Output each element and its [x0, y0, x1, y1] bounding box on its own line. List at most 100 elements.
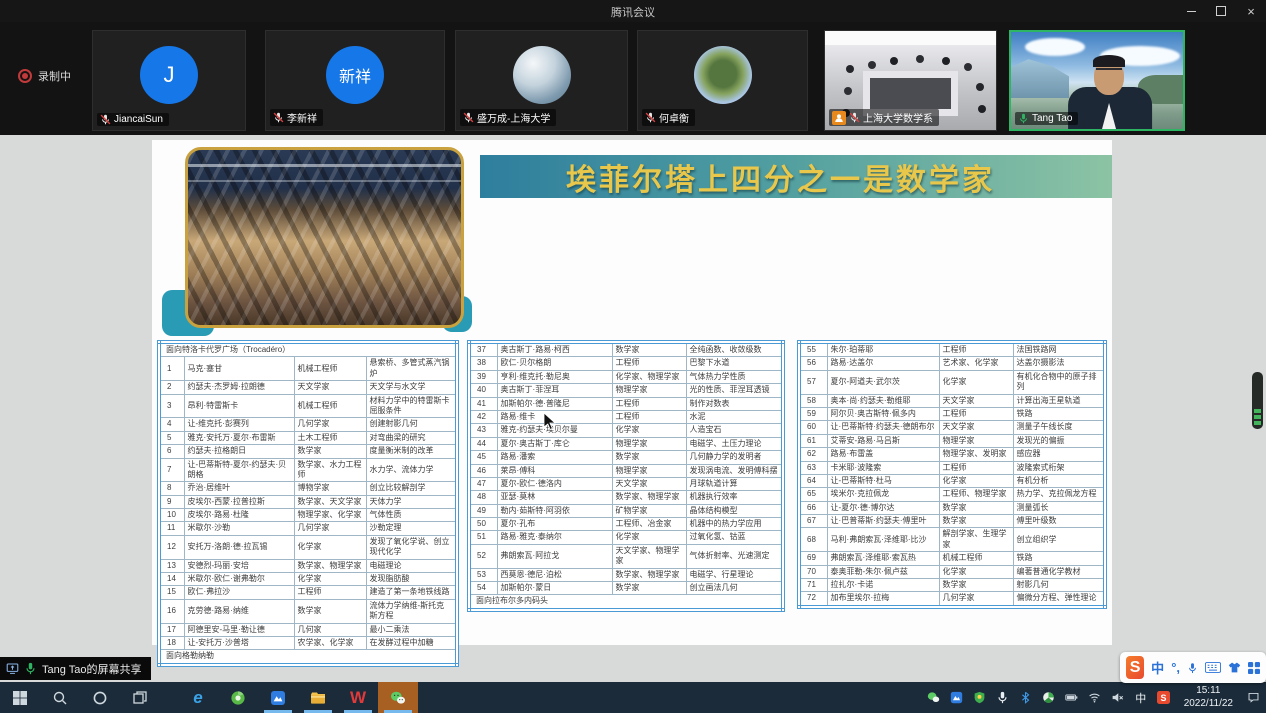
- scientist-name: 路易·潘索: [497, 451, 612, 464]
- mic-on-icon: [1018, 113, 1029, 124]
- taskbar-app-green-browser[interactable]: [218, 682, 258, 713]
- profession: 化学家: [939, 474, 1013, 487]
- profession: 工程师: [612, 397, 686, 410]
- contribution: 机器执行效率: [686, 491, 783, 504]
- participant-tile-1[interactable]: J JiancaiSun: [92, 30, 246, 131]
- participant-name: 李新祥: [287, 110, 317, 125]
- punctuation-mode-icon[interactable]: °,: [1171, 660, 1180, 675]
- soft-keyboard-icon[interactable]: [1205, 662, 1221, 673]
- tray-mic-icon[interactable]: [996, 691, 1010, 705]
- toolbox-icon[interactable]: [1248, 662, 1260, 674]
- scientist-name: 亚瑟·莫林: [497, 491, 612, 504]
- tray-shield-icon[interactable]: [973, 691, 987, 705]
- profession: 物理学家、发明家: [939, 448, 1013, 461]
- participant-name-chip: JiancaiSun: [97, 113, 169, 126]
- close-button[interactable]: ×: [1236, 0, 1266, 22]
- minimize-button[interactable]: [1176, 0, 1206, 22]
- profession: 数学家: [612, 582, 686, 595]
- tray-pie-icon[interactable]: [1042, 691, 1056, 705]
- table-row: 55朱尔·珀蒂耶工程师法国铁路网: [799, 342, 1105, 357]
- scientist-name: 让-维克托·彭赛列: [184, 418, 294, 431]
- participant-tile-2[interactable]: 新祥李新祥: [265, 30, 445, 131]
- profession: 化学家: [939, 565, 1013, 578]
- scientist-name: 朱尔·珀蒂耶: [827, 342, 939, 357]
- scientist-name: 西莫恩·德尼·泊松: [497, 568, 612, 581]
- table-row: 5雅克·安托万·夏尔·布雷斯土木工程师对弯曲梁的研究: [159, 431, 457, 444]
- table-row: 37奥古斯丁·路易·柯西数学家全纯函数、收敛级数: [469, 342, 783, 357]
- contribution: 铁路: [1013, 552, 1105, 565]
- avatar: J: [140, 46, 198, 104]
- profession: 数学家: [294, 445, 366, 458]
- taskbar-app-file-explorer[interactable]: [298, 682, 338, 713]
- participant-strip: 录制中 JJiancaiSun新祥李新祥盛万成-上海大学何卓衡上海大学数学系Ta…: [0, 22, 1266, 135]
- row-number: 59: [799, 407, 827, 420]
- scientist-name: 夏尔·孔布: [497, 518, 612, 531]
- row-number: 41: [469, 397, 497, 410]
- row-number: 7: [159, 458, 184, 482]
- voice-input-icon[interactable]: [1187, 662, 1198, 674]
- contribution: 过氧化氢、钴蓝: [686, 531, 783, 544]
- contribution: 创立比较解剖学: [366, 482, 457, 495]
- chinese-mode-icon[interactable]: 中: [1151, 658, 1164, 677]
- tray-battery-icon[interactable]: [1065, 691, 1079, 705]
- table-row: 10皮埃尔·路易·杜隆物理学家、化学家气体性质: [159, 509, 457, 522]
- row-number: 17: [159, 623, 184, 636]
- cortana-button[interactable]: [80, 682, 120, 713]
- table-header: 面向特洛卡代罗广场（Trocadéro）: [159, 342, 457, 357]
- sogou-logo-icon[interactable]: S: [1126, 656, 1144, 679]
- windows-taskbar: e W 中S 15:112022/11/22: [0, 682, 1266, 713]
- table-row: 15欧仁·弗拉沙工程师建造了第一条地铁线路: [159, 586, 457, 599]
- scientist-name: 让·巴普蒂斯·约瑟夫·傅里叶: [827, 515, 939, 528]
- participant-name-chip: 上海大学数学系: [829, 109, 939, 126]
- task-view-button[interactable]: [120, 682, 160, 713]
- tray-bluetooth-icon[interactable]: [1019, 691, 1033, 705]
- taskbar-app-wechat[interactable]: [378, 682, 418, 713]
- tray-sogou-icon[interactable]: S: [1157, 691, 1171, 705]
- maximize-button[interactable]: [1206, 0, 1236, 22]
- row-number: 57: [799, 370, 827, 394]
- table-row: 69弗朗索瓦·泽维耶·索瓦热机械工程师铁路: [799, 552, 1105, 565]
- recording-label: 录制中: [38, 68, 71, 84]
- participant-tile-3[interactable]: 盛万成-上海大学: [455, 30, 628, 131]
- notification-center-icon[interactable]: [1246, 691, 1260, 705]
- participant-tile-4[interactable]: 何卓衡: [637, 30, 808, 131]
- table-row: 47夏尔-欧仁·德洛内天文学家月球轨道计算: [469, 477, 783, 490]
- participant-tile-6[interactable]: Tang Tao: [1009, 30, 1185, 131]
- profession: 几何学家: [939, 592, 1013, 607]
- tray-wifi-icon[interactable]: [1088, 691, 1102, 705]
- tray-wechat-icon[interactable]: [927, 691, 941, 705]
- taskbar-app-wps[interactable]: W: [338, 682, 378, 713]
- tray-ime-zh-icon[interactable]: 中: [1134, 691, 1148, 705]
- skin-icon[interactable]: [1228, 661, 1241, 674]
- profession: 博物学家: [294, 482, 366, 495]
- profession: 物理学家、化学家: [294, 509, 366, 522]
- contribution: 有机化合物中的原子排列: [1013, 370, 1105, 394]
- start-button[interactable]: [0, 682, 40, 713]
- taskbar-app-tencent-meeting[interactable]: [258, 682, 298, 713]
- profession: 几何学家: [294, 522, 366, 535]
- mic-muted-icon: [849, 112, 860, 123]
- contribution: 沙勒定理: [366, 522, 457, 535]
- profession: 机械工程师: [939, 552, 1013, 565]
- row-number: 10: [159, 509, 184, 522]
- search-button[interactable]: [40, 682, 80, 713]
- avatar: 新祥: [326, 46, 384, 104]
- tray-volume-muted-icon[interactable]: [1111, 691, 1125, 705]
- scientist-name: 奥古斯丁·路易·柯西: [497, 342, 612, 357]
- scientist-name: 让-夏尔·德·博尔达: [827, 501, 939, 514]
- table-row: 51路易·雅克·泰纳尔化学家过氧化氢、钴蓝: [469, 531, 783, 544]
- profession: 工程师: [939, 461, 1013, 474]
- table-row: 71拉扎尔·卡诺数学家射影几何: [799, 579, 1105, 592]
- tray-meeting-icon[interactable]: [950, 691, 964, 705]
- participant-name: JiancaiSun: [114, 114, 163, 125]
- taskbar-app-edge[interactable]: e: [178, 682, 218, 713]
- contribution: 巴黎下水道: [686, 357, 783, 370]
- table-row: 49勒内·茹斯特·阿羽依矿物学家晶体结构模型: [469, 504, 783, 517]
- shared-screen-area: 埃菲尔塔上四分之一是数学家 面向特洛卡代罗广场（Trocadéro）1马克·塞甘…: [0, 135, 1266, 682]
- participant-tile-5[interactable]: 上海大学数学系: [824, 30, 997, 131]
- taskbar-clock[interactable]: 15:112022/11/22: [1184, 685, 1233, 710]
- contribution: 几何静力学的发明者: [686, 451, 783, 464]
- scientist-name: 乔治·居维叶: [184, 482, 294, 495]
- row-number: 68: [799, 528, 827, 552]
- table-row: 3昂利·特雷斯卡机械工程师材料力学中的特雷斯卡屈服条件: [159, 394, 457, 418]
